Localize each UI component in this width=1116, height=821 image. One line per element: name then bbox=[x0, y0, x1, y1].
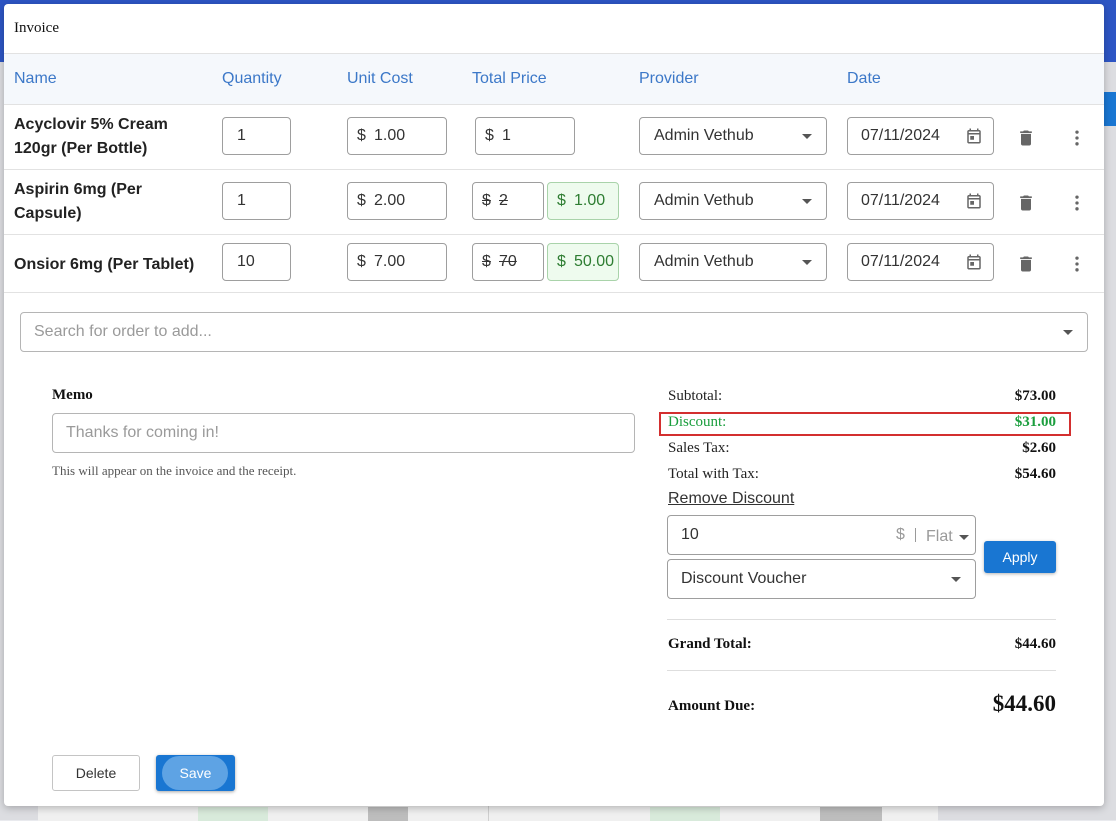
amount-due-label: Amount Due: bbox=[668, 698, 756, 714]
unit-cost-input[interactable]: $1.00 bbox=[347, 117, 447, 155]
item-name: Aspirin 6mg (Per Capsule) bbox=[14, 181, 143, 222]
discounted-price-input[interactable]: $1.00 bbox=[547, 182, 619, 220]
trash-icon[interactable] bbox=[1016, 127, 1036, 149]
chevron-down-icon bbox=[802, 134, 812, 139]
chevron-down-icon[interactable] bbox=[1063, 330, 1073, 335]
memo-label: Memo bbox=[52, 387, 93, 403]
discounted-price-input[interactable]: $50.00 bbox=[547, 243, 619, 281]
total-with-tax-label: Total with Tax: bbox=[668, 466, 759, 482]
more-vert-icon[interactable] bbox=[1067, 192, 1087, 214]
more-vert-icon[interactable] bbox=[1067, 127, 1087, 149]
save-button[interactable]: Save bbox=[156, 755, 235, 791]
discount-voucher-select[interactable]: Discount Voucher bbox=[667, 559, 976, 599]
column-header-provider: Provider bbox=[639, 70, 699, 87]
calendar-icon[interactable] bbox=[965, 191, 983, 211]
provider-select[interactable]: Admin Vethub bbox=[639, 117, 827, 155]
grand-total-value: $44.60 bbox=[1014, 636, 1056, 652]
divider bbox=[915, 528, 916, 542]
chevron-down-icon bbox=[802, 199, 812, 204]
quantity-input[interactable]: 10 bbox=[222, 243, 291, 281]
dialog-title: Invoice bbox=[14, 20, 59, 36]
date-input[interactable]: 07/11/2024 bbox=[847, 182, 994, 220]
remove-discount-link[interactable]: Remove Discount bbox=[668, 490, 794, 508]
invoice-dialog: Invoice Name Quantity Unit Cost Total Pr… bbox=[4, 4, 1104, 806]
chevron-down-icon[interactable] bbox=[959, 535, 969, 540]
item-name: Onsior 6mg (Per Tablet) bbox=[14, 256, 195, 273]
chevron-down-icon bbox=[802, 260, 812, 265]
background-cell bbox=[368, 807, 408, 821]
column-header-unit-cost: Unit Cost bbox=[347, 70, 413, 87]
background-cell bbox=[650, 807, 720, 821]
background-cell bbox=[820, 807, 882, 821]
sales-tax-value: $2.60 bbox=[1022, 440, 1056, 456]
summary-divider bbox=[667, 619, 1056, 620]
column-header-date: Date bbox=[847, 70, 881, 87]
subtotal-label: Subtotal: bbox=[668, 388, 723, 404]
provider-select[interactable]: Admin Vethub bbox=[639, 243, 827, 281]
total-price-input[interactable]: $70 bbox=[472, 243, 544, 281]
amount-due-value: $44.60 bbox=[992, 691, 1056, 716]
item-name: Acyclovir 5% Cream 120gr (Per Bottle) bbox=[14, 116, 168, 157]
calendar-icon[interactable] bbox=[965, 126, 983, 146]
background-cell bbox=[198, 807, 268, 821]
total-with-tax-value: $54.60 bbox=[1014, 466, 1056, 482]
summary-divider bbox=[667, 670, 1056, 671]
date-input[interactable]: 07/11/2024 bbox=[847, 243, 994, 281]
memo-help-text: This will appear on the invoice and the … bbox=[52, 463, 297, 478]
table-row: Onsior 6mg (Per Tablet) 10 $7.00 $70 $50… bbox=[4, 235, 1104, 293]
quantity-input[interactable]: 1 bbox=[222, 117, 291, 155]
table-row: Acyclovir 5% Cream 120gr (Per Bottle) 1 … bbox=[4, 105, 1104, 170]
column-header-name: Name bbox=[14, 70, 57, 87]
total-price-input[interactable]: $2 bbox=[472, 182, 544, 220]
quantity-input[interactable]: 1 bbox=[222, 182, 291, 220]
column-header-quantity: Quantity bbox=[222, 70, 282, 87]
trash-icon[interactable] bbox=[1016, 253, 1036, 275]
provider-select[interactable]: Admin Vethub bbox=[639, 182, 827, 220]
table-header: Name Quantity Unit Cost Total Price Prov… bbox=[4, 54, 1104, 105]
discount-amount-input[interactable]: 10 $ Flat bbox=[667, 515, 976, 555]
calendar-icon[interactable] bbox=[965, 252, 983, 272]
subtotal-value: $73.00 bbox=[1014, 388, 1056, 404]
discount-label: Discount: bbox=[668, 414, 727, 430]
chevron-down-icon bbox=[951, 577, 961, 582]
trash-icon[interactable] bbox=[1016, 192, 1036, 214]
total-price-input[interactable]: $1 bbox=[475, 117, 575, 155]
order-search-input[interactable]: Search for order to add... bbox=[20, 312, 1088, 352]
memo-input[interactable]: Thanks for coming in! bbox=[52, 413, 635, 453]
currency-symbol: $ bbox=[896, 526, 905, 543]
delete-button[interactable]: Delete bbox=[52, 755, 140, 791]
unit-cost-input[interactable]: $2.00 bbox=[347, 182, 447, 220]
unit-cost-input[interactable]: $7.00 bbox=[347, 243, 447, 281]
more-vert-icon[interactable] bbox=[1067, 253, 1087, 275]
apply-button[interactable]: Apply bbox=[984, 541, 1056, 573]
sales-tax-label: Sales Tax: bbox=[668, 440, 730, 456]
column-header-total-price: Total Price bbox=[472, 70, 547, 87]
discount-type-select[interactable]: Flat bbox=[926, 528, 953, 546]
date-input[interactable]: 07/11/2024 bbox=[847, 117, 994, 155]
discount-value: $31.00 bbox=[1014, 414, 1056, 430]
table-row: Aspirin 6mg (Per Capsule) 1 $2.00 $2 $1.… bbox=[4, 170, 1104, 235]
grand-total-label: Grand Total: bbox=[668, 636, 752, 652]
